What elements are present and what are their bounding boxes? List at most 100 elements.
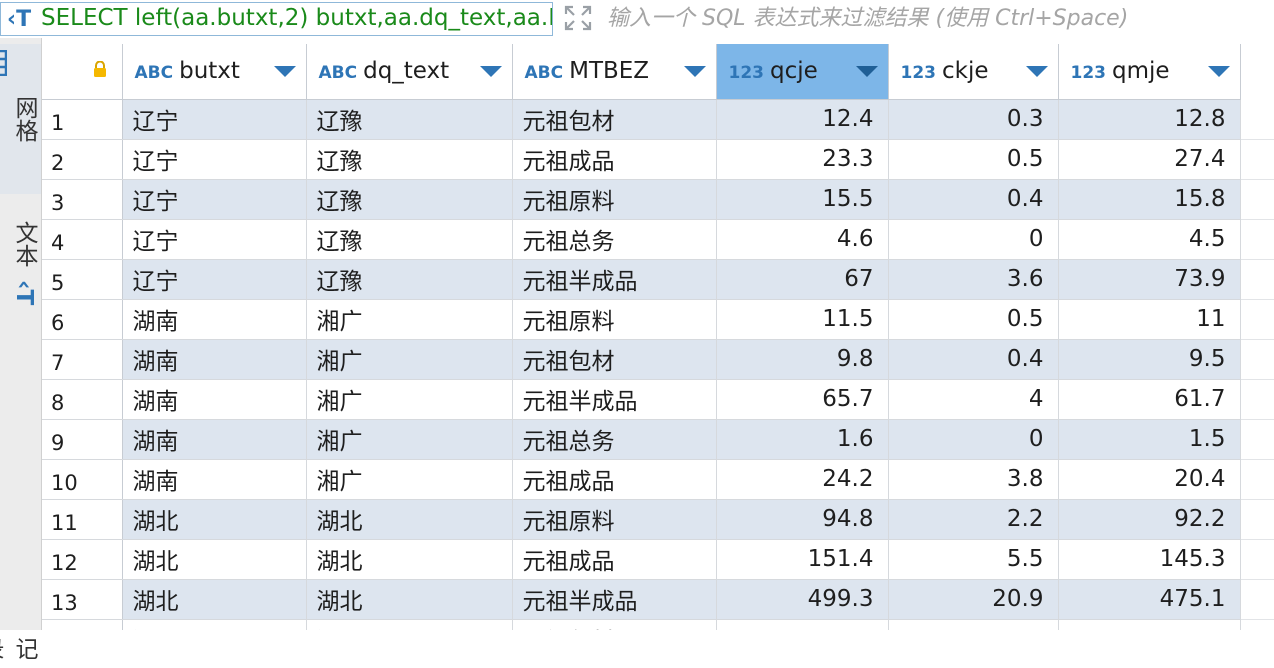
cell-qmje[interactable]: 1.5 bbox=[1058, 419, 1241, 460]
cell-dq_text[interactable]: 湖北 bbox=[306, 539, 513, 580]
cell-butxt[interactable]: 湖北 bbox=[122, 539, 307, 580]
cell-ckje[interactable]: 0.4 bbox=[888, 179, 1059, 220]
table-row[interactable]: 13 湖北 湖北 元祖半成品 499.3 20.9 475.1 bbox=[42, 579, 1274, 620]
table-row[interactable]: 2 辽宁 辽豫 元祖成品 23.3 0.5 27.4 bbox=[42, 139, 1274, 180]
row-number[interactable]: 8 bbox=[42, 379, 123, 420]
row-number[interactable]: 12 bbox=[42, 539, 123, 580]
cell-butxt[interactable]: 湖北 bbox=[122, 579, 307, 620]
cell-ckje[interactable] bbox=[888, 619, 1059, 630]
sort-arrow-icon[interactable] bbox=[479, 66, 502, 77]
row-number[interactable]: 1 bbox=[42, 99, 123, 140]
table-row[interactable]: 4 辽宁 辽豫 元祖总务 4.6 0 4.5 bbox=[42, 219, 1274, 260]
cell-qmje[interactable]: 145.3 bbox=[1058, 539, 1241, 580]
column-header-dq_text[interactable]: ABC dq_text bbox=[306, 44, 513, 100]
table-row[interactable]: 10 湖南 湘广 元祖成品 24.2 3.8 20.4 bbox=[42, 459, 1274, 500]
cell-ckje[interactable]: 20.9 bbox=[888, 579, 1059, 620]
cell-qcje[interactable]: 65.7 bbox=[716, 379, 889, 420]
cell-qcje[interactable]: 151.4 bbox=[716, 539, 889, 580]
cell-qmje[interactable]: 73.9 bbox=[1058, 259, 1241, 300]
row-number[interactable]: 4 bbox=[42, 219, 123, 260]
cell-ckje[interactable]: 4 bbox=[888, 379, 1059, 420]
sort-arrow-icon[interactable] bbox=[683, 66, 706, 77]
column-header-MTBEZ[interactable]: ABC MTBEZ bbox=[512, 44, 717, 100]
column-header-ckje[interactable]: 123 ckje bbox=[888, 44, 1059, 100]
table-row[interactable]: 11 湖北 湖北 元祖原料 94.8 2.2 92.2 bbox=[42, 499, 1274, 540]
cell-butxt[interactable]: 辽宁 bbox=[122, 219, 307, 260]
cell-dq_text[interactable]: 湘广 bbox=[306, 379, 513, 420]
row-number[interactable]: 5 bbox=[42, 259, 123, 300]
cell-butxt[interactable]: 湖南 bbox=[122, 299, 307, 340]
tab-text[interactable]: 文本 ‹T bbox=[0, 208, 41, 318]
sort-arrow-icon[interactable] bbox=[273, 66, 296, 77]
cell-butxt[interactable]: 湖南 bbox=[122, 379, 307, 420]
cell-qmje[interactable]: 15.8 bbox=[1058, 179, 1241, 220]
cell-MTBEZ[interactable]: 元祖半成品 bbox=[512, 259, 717, 300]
cell-qmje[interactable]: 4.5 bbox=[1058, 219, 1241, 260]
cell-dq_text[interactable]: 辽豫 bbox=[306, 99, 513, 140]
cell-ckje[interactable]: 3.8 bbox=[888, 459, 1059, 500]
cell-dq_text[interactable]: 湘广 bbox=[306, 299, 513, 340]
cell-dq_text[interactable]: 辽豫 bbox=[306, 179, 513, 220]
cell-dq_text[interactable]: 湖北 bbox=[306, 619, 513, 630]
cell-ckje[interactable]: 0 bbox=[888, 419, 1059, 460]
cell-ckje[interactable]: 0.3 bbox=[888, 99, 1059, 140]
cell-ckje[interactable]: 2.2 bbox=[888, 499, 1059, 540]
cell-qcje[interactable]: 23.3 bbox=[716, 139, 889, 180]
cell-qmje[interactable] bbox=[1058, 619, 1241, 630]
cell-MTBEZ[interactable]: 元祖成品 bbox=[512, 459, 717, 500]
sort-arrow-icon[interactable] bbox=[1207, 66, 1230, 77]
row-number[interactable]: 10 bbox=[42, 459, 123, 500]
sql-query-display[interactable]: ‹T SELECT left(aa.butxt,2) butxt,aa.dq_t… bbox=[0, 2, 553, 36]
sort-arrow-icon[interactable] bbox=[855, 66, 878, 77]
cell-MTBEZ[interactable]: 元祖成品 bbox=[512, 539, 717, 580]
row-number[interactable]: 7 bbox=[42, 339, 123, 380]
table-row[interactable]: 7 湖南 湘广 元祖包材 9.8 0.4 9.5 bbox=[42, 339, 1274, 380]
cell-qcje[interactable]: 499.3 bbox=[716, 579, 889, 620]
table-row[interactable]: 1 辽宁 辽豫 元祖包材 12.4 0.3 12.8 bbox=[42, 99, 1274, 140]
row-number[interactable]: 3 bbox=[42, 179, 123, 220]
table-row[interactable]: 5 辽宁 辽豫 元祖半成品 67 3.6 73.9 bbox=[42, 259, 1274, 300]
cell-MTBEZ[interactable]: 元祖成品 bbox=[512, 139, 717, 180]
cell-qmje[interactable]: 27.4 bbox=[1058, 139, 1241, 180]
row-number[interactable] bbox=[42, 619, 123, 630]
row-number[interactable]: 9 bbox=[42, 419, 123, 460]
cell-butxt[interactable]: 辽宁 bbox=[122, 139, 307, 180]
row-number[interactable]: 6 bbox=[42, 299, 123, 340]
cell-ckje[interactable]: 3.6 bbox=[888, 259, 1059, 300]
cell-qcje[interactable]: 4.6 bbox=[716, 219, 889, 260]
row-number[interactable]: 13 bbox=[42, 579, 123, 620]
row-number[interactable]: 2 bbox=[42, 139, 123, 180]
cell-MTBEZ[interactable]: 元祖包材 bbox=[512, 99, 717, 140]
table-row[interactable]: 3 辽宁 辽豫 元祖原料 15.5 0.4 15.8 bbox=[42, 179, 1274, 220]
cell-MTBEZ[interactable]: 元祖半成品 bbox=[512, 579, 717, 620]
column-header-qmje[interactable]: 123 qmje bbox=[1058, 44, 1241, 100]
table-row[interactable]: 湖北湖北元祖包材 bbox=[42, 619, 1274, 630]
cell-qcje[interactable]: 11.5 bbox=[716, 299, 889, 340]
cell-MTBEZ[interactable]: 元祖总务 bbox=[512, 419, 717, 460]
cell-dq_text[interactable]: 湘广 bbox=[306, 339, 513, 380]
cell-MTBEZ[interactable]: 元祖总务 bbox=[512, 219, 717, 260]
cell-qmje[interactable]: 475.1 bbox=[1058, 579, 1241, 620]
table-row[interactable]: 9 湖南 湘广 元祖总务 1.6 0 1.5 bbox=[42, 419, 1274, 460]
cell-dq_text[interactable]: 湘广 bbox=[306, 419, 513, 460]
cell-butxt[interactable]: 辽宁 bbox=[122, 99, 307, 140]
tab-record[interactable]: 记录 bbox=[0, 628, 41, 668]
cell-qcje[interactable]: 24.2 bbox=[716, 459, 889, 500]
cell-MTBEZ[interactable]: 元祖原料 bbox=[512, 179, 717, 220]
cell-dq_text[interactable]: 湖北 bbox=[306, 579, 513, 620]
column-header-qcje[interactable]: 123 qcje bbox=[716, 44, 889, 100]
row-number[interactable]: 11 bbox=[42, 499, 123, 540]
cell-ckje[interactable]: 5.5 bbox=[888, 539, 1059, 580]
cell-qmje[interactable]: 12.8 bbox=[1058, 99, 1241, 140]
cell-butxt[interactable]: 湖北 bbox=[122, 619, 307, 630]
cell-qcje[interactable]: 94.8 bbox=[716, 499, 889, 540]
cell-butxt[interactable]: 湖北 bbox=[122, 499, 307, 540]
cell-ckje[interactable]: 0 bbox=[888, 219, 1059, 260]
cell-dq_text[interactable]: 辽豫 bbox=[306, 139, 513, 180]
cell-dq_text[interactable]: 辽豫 bbox=[306, 219, 513, 260]
cell-qmje[interactable]: 61.7 bbox=[1058, 379, 1241, 420]
cell-qmje[interactable]: 92.2 bbox=[1058, 499, 1241, 540]
cell-qcje[interactable]: 9.8 bbox=[716, 339, 889, 380]
column-header-butxt[interactable]: ABC butxt bbox=[122, 44, 307, 100]
cell-dq_text[interactable]: 湘广 bbox=[306, 459, 513, 500]
